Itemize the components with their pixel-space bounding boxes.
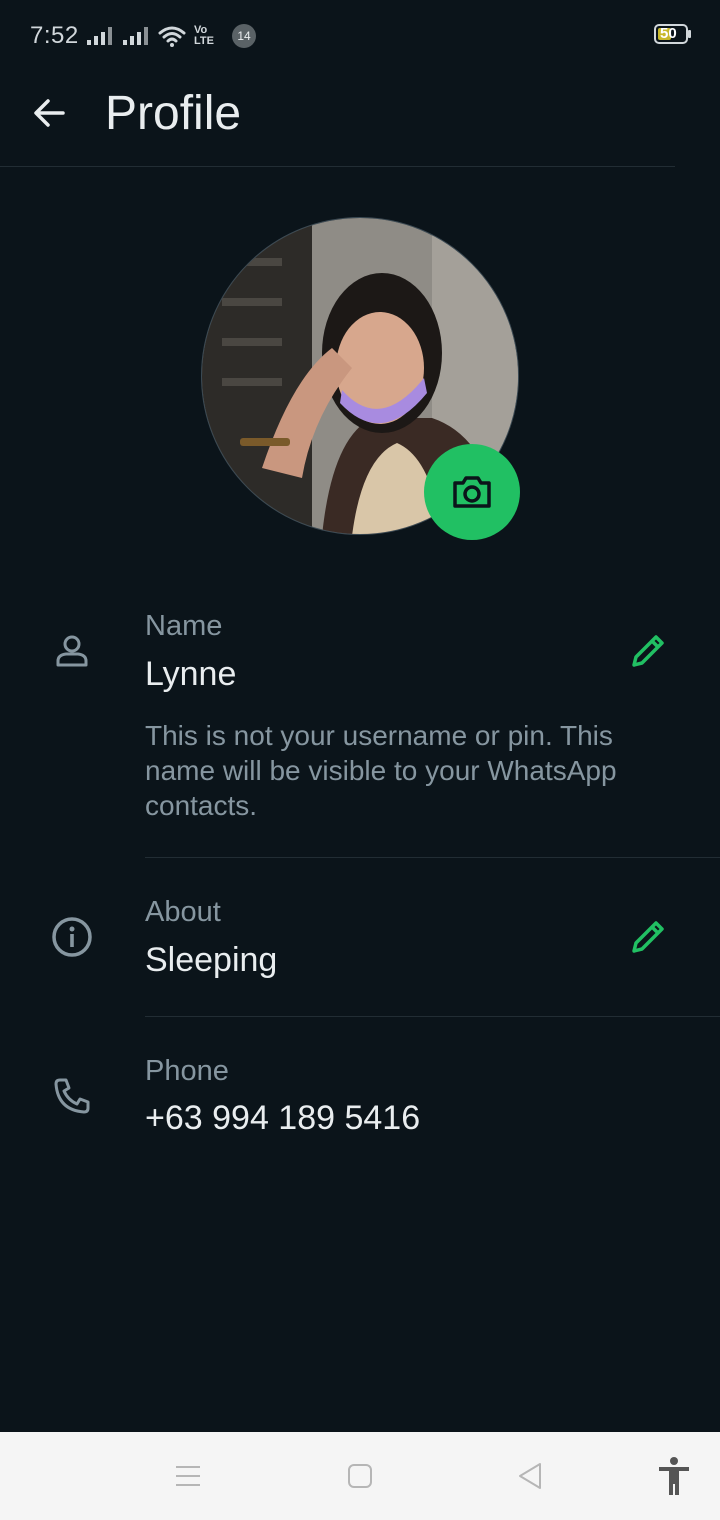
status-bar: 7:52 Vo LTE 14 50	[0, 0, 720, 72]
status-time: 7:52	[30, 22, 79, 49]
notification-badge: 14	[232, 24, 256, 48]
signal-icon-2	[123, 27, 148, 45]
menu-icon	[176, 1466, 200, 1486]
info-icon	[48, 913, 96, 961]
volte-label: Vo LTE	[194, 24, 214, 47]
row-divider	[145, 1016, 720, 1017]
pencil-icon	[632, 635, 664, 667]
triangle-back-icon	[519, 1463, 541, 1489]
app-bar: Profile	[0, 72, 720, 168]
battery-level: 50	[660, 25, 677, 42]
header-divider	[0, 166, 675, 167]
name-value[interactable]: Lynne	[145, 655, 236, 694]
row-divider	[145, 857, 720, 858]
camera-icon	[453, 476, 491, 508]
wifi-icon	[158, 26, 186, 47]
nav-back-button[interactable]	[508, 1454, 552, 1498]
camera-button[interactable]	[424, 444, 520, 540]
accessibility-button[interactable]	[652, 1454, 696, 1498]
accessibility-icon	[659, 1457, 689, 1495]
pencil-icon	[632, 921, 664, 953]
recent-apps-button[interactable]	[166, 1454, 210, 1498]
signal-icon	[87, 27, 112, 45]
name-help-text: This is not your username or pin. This n…	[145, 720, 617, 821]
arrow-left-icon	[34, 99, 65, 127]
phone-value: +63 994 189 5416	[145, 1099, 421, 1137]
about-label: About	[145, 896, 221, 928]
phone-icon	[48, 1072, 96, 1120]
name-label: Name	[145, 610, 223, 642]
about-value[interactable]: Sleeping	[145, 941, 277, 980]
edit-about-button[interactable]	[622, 911, 674, 963]
edit-name-button[interactable]	[622, 625, 674, 677]
system-nav-bar	[0, 1432, 720, 1520]
home-square-icon	[348, 1464, 372, 1488]
page-title: Profile	[105, 87, 242, 140]
status-icons: Vo LTE 14	[86, 22, 256, 50]
battery-icon: 50	[654, 24, 691, 44]
back-button[interactable]	[24, 88, 74, 138]
home-button[interactable]	[338, 1454, 382, 1498]
person-icon	[48, 627, 96, 675]
phone-label: Phone	[145, 1055, 229, 1087]
